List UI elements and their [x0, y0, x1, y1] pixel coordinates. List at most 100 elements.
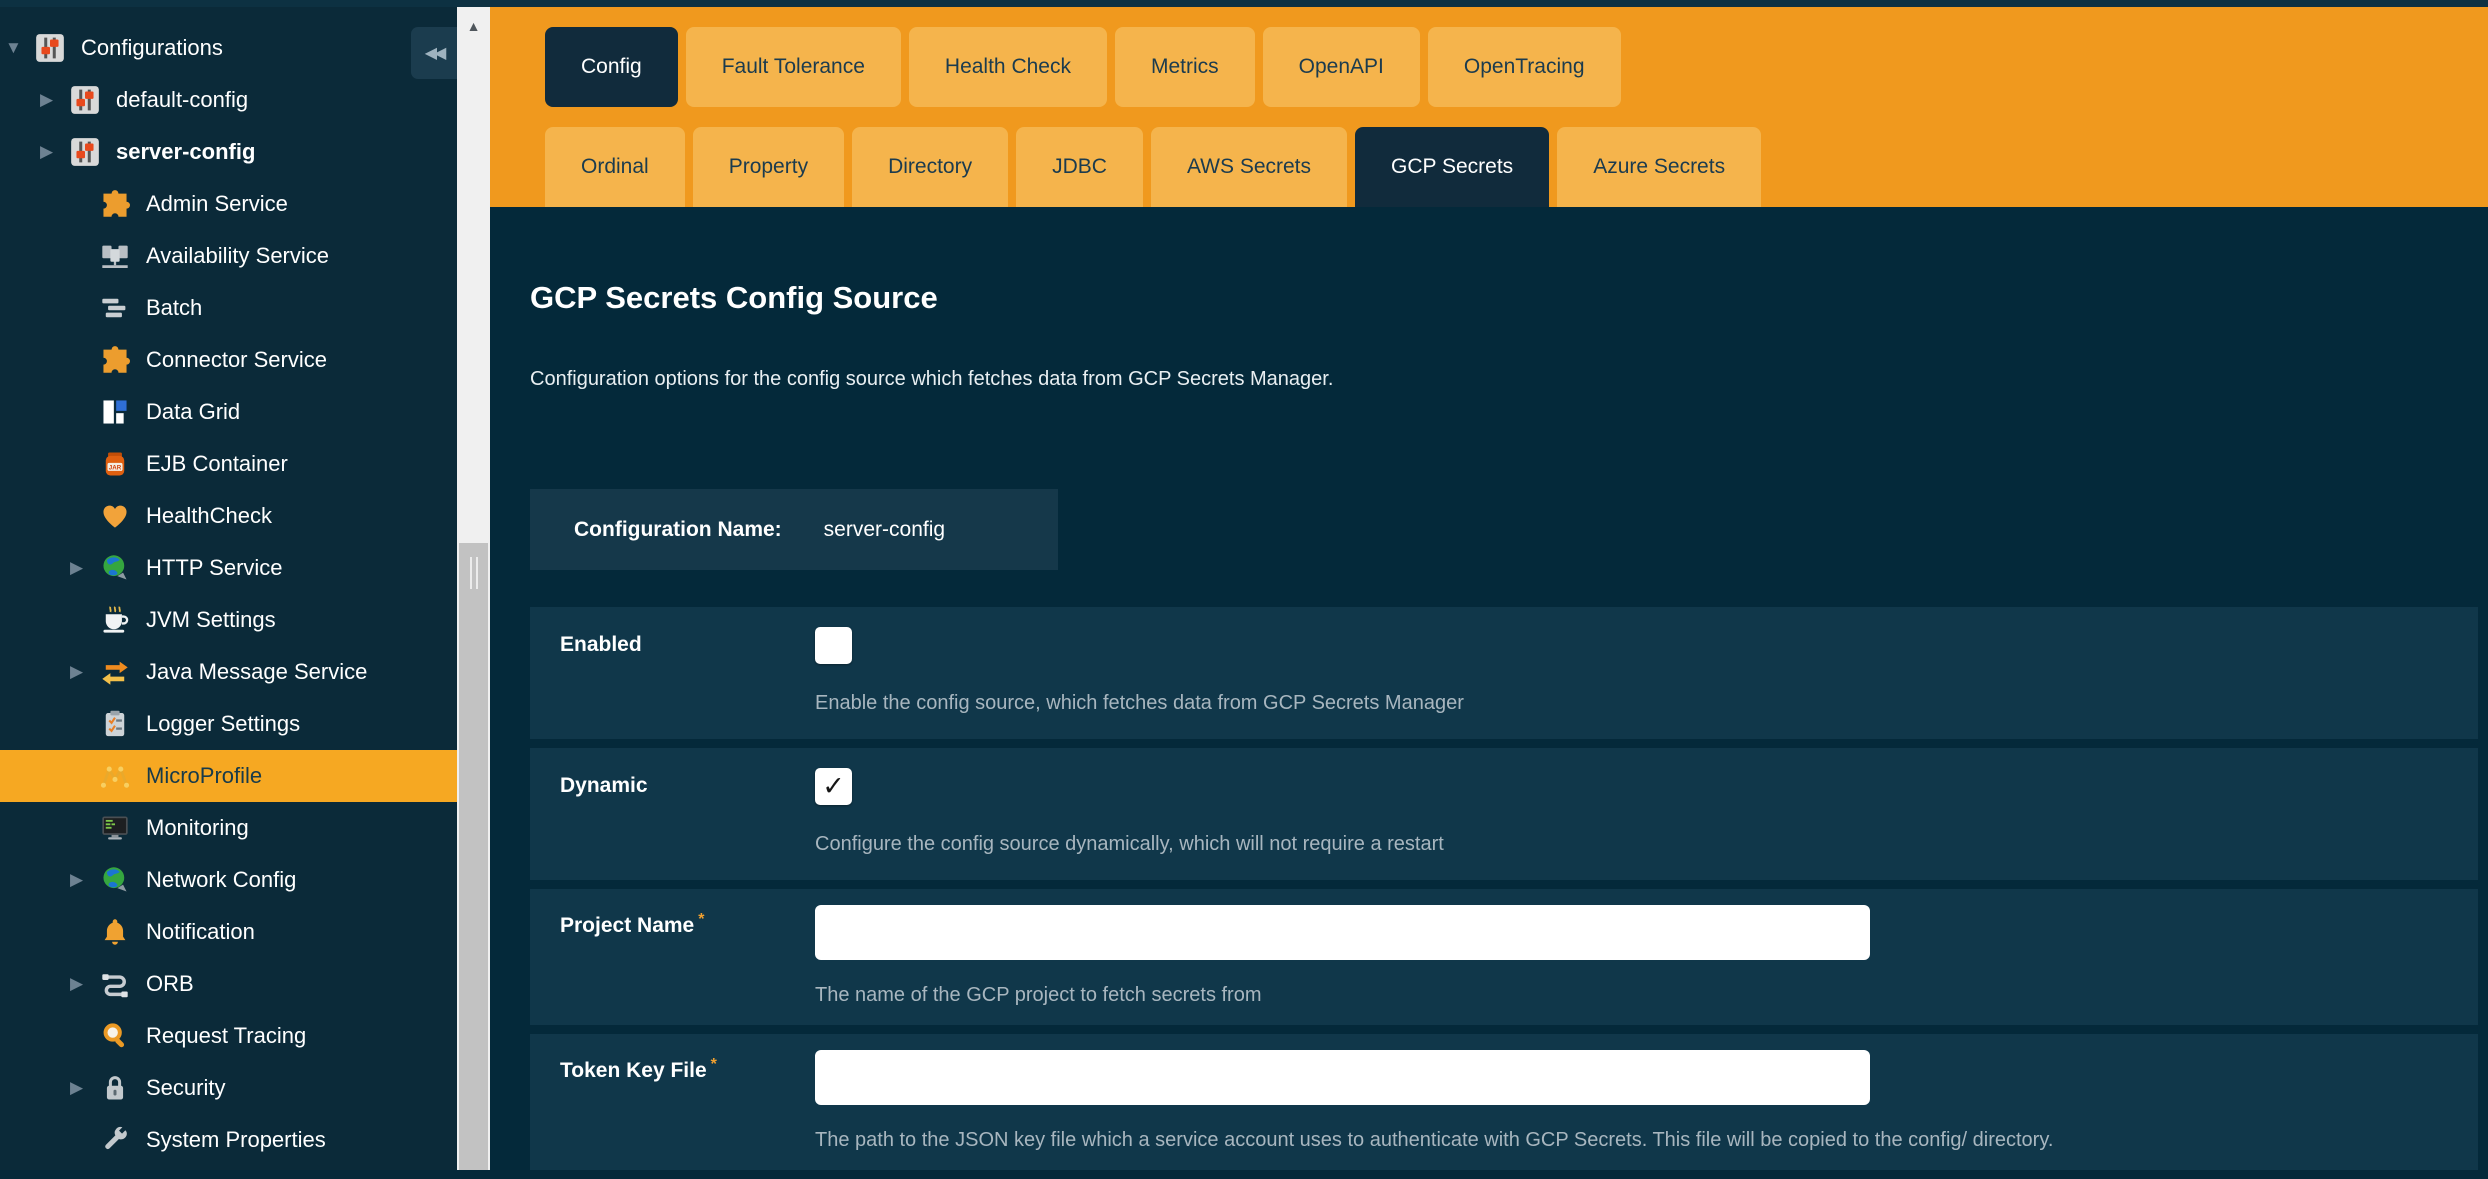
batch-bars-icon	[100, 293, 130, 323]
coffee-cup-icon	[100, 605, 130, 635]
sidebar-item-ejb-container[interactable]: JAR EJB Container	[0, 438, 457, 490]
sidebar-item-availability-service[interactable]: Availability Service	[0, 230, 457, 282]
form-row-label: Enabled	[560, 627, 815, 715]
tabs-header: ConfigFault ToleranceHealth CheckMetrics…	[490, 7, 2488, 207]
bell-icon	[100, 917, 130, 947]
token-key-file-input[interactable]	[815, 1050, 1870, 1105]
dynamic-checkbox[interactable]: ✓	[815, 768, 852, 805]
sidebar-item-microprofile[interactable]: MicroProfile	[0, 750, 457, 802]
form-row-label: Dynamic	[560, 768, 815, 856]
primary-tab-bar: ConfigFault ToleranceHealth CheckMetrics…	[545, 7, 2488, 107]
tab-azure-secrets[interactable]: Azure Secrets	[1557, 127, 1761, 207]
sidebar-item-connector-service[interactable]: Connector Service	[0, 334, 457, 386]
form-row-help-text: The path to the JSON key file which a se…	[815, 1129, 2478, 1152]
form-row-dynamic: Dynamic ✓ Configure the config source dy…	[530, 748, 2478, 880]
tab-aws-secrets[interactable]: AWS Secrets	[1151, 127, 1347, 207]
tree-item-label: default-config	[116, 87, 248, 113]
caret-down-icon[interactable]: ▼	[5, 38, 35, 58]
tab-gcp-secrets[interactable]: GCP Secrets	[1355, 127, 1549, 207]
tab-metrics[interactable]: Metrics	[1115, 27, 1255, 107]
jar-icon: JAR	[100, 449, 130, 479]
configuration-tree: ▼ Configurations ▶ default-config ▶ serv…	[0, 22, 457, 1166]
sidebar-scrollbar[interactable]: ▲	[457, 7, 490, 1170]
form-row-help-text: Configure the config source dynamically,…	[815, 833, 2478, 856]
tree-item-label: Availability Service	[146, 243, 329, 269]
tree-item-label: HealthCheck	[146, 503, 272, 529]
tab-jdbc[interactable]: JDBC	[1016, 127, 1143, 207]
sidebar-item-logger-settings[interactable]: Logger Settings	[0, 698, 457, 750]
scrollbar-thumb[interactable]	[459, 543, 488, 1170]
sidebar-item-system-properties[interactable]: System Properties	[0, 1114, 457, 1166]
app-layout: ◀◀ ▼ Configurations ▶ default-config ▶ s…	[0, 7, 2488, 1170]
form-row-help-text: The name of the GCP project to fetch sec…	[815, 984, 2478, 1007]
tab-config[interactable]: Config	[545, 27, 678, 107]
sidebar-item-security[interactable]: ▶ Security	[0, 1062, 457, 1114]
sidebar-item-server-config[interactable]: ▶ server-config	[0, 126, 457, 178]
tree-item-label: Java Message Service	[146, 659, 367, 685]
caret-right-icon[interactable]: ▶	[40, 90, 70, 110]
tree-item-label: Batch	[146, 295, 202, 321]
form-row-enabled: Enabled ✓ Enable the config source, whic…	[530, 607, 2478, 739]
page-title: GCP Secrets Config Source	[530, 280, 2488, 316]
sidebar-collapse-button[interactable]: ◀◀	[411, 27, 457, 79]
sidebar-item-batch[interactable]: Batch	[0, 282, 457, 334]
page-description: Configuration options for the config sou…	[530, 368, 2488, 391]
caret-right-icon[interactable]: ▶	[40, 142, 70, 162]
tree-item-label: Connector Service	[146, 347, 327, 373]
sidebar-item-healthcheck[interactable]: HealthCheck	[0, 490, 457, 542]
caret-right-icon[interactable]: ▶	[70, 1078, 100, 1098]
tab-opentracing[interactable]: OpenTracing	[1428, 27, 1621, 107]
tab-fault-tolerance[interactable]: Fault Tolerance	[686, 27, 901, 107]
main-area: ConfigFault ToleranceHealth CheckMetrics…	[490, 7, 2488, 1170]
tree-item-label: Data Grid	[146, 399, 240, 425]
monitor-icon	[100, 813, 130, 843]
sidebar-item-http-service[interactable]: ▶ HTTP Service	[0, 542, 457, 594]
sidebar-item-data-grid[interactable]: Data Grid	[0, 386, 457, 438]
page-content: GCP Secrets Config Source Configuration …	[490, 207, 2488, 1179]
sidebar-item-default-config[interactable]: ▶ default-config	[0, 74, 457, 126]
cable-plug-icon	[100, 969, 130, 999]
enabled-checkbox[interactable]: ✓	[815, 627, 852, 664]
sidebar-item-jvm-settings[interactable]: JVM Settings	[0, 594, 457, 646]
scroll-up-arrow-icon[interactable]: ▲	[457, 7, 490, 45]
sidebar-item-java-message-service[interactable]: ▶ Java Message Service	[0, 646, 457, 698]
puzzle-icon	[100, 345, 130, 375]
sidebar-item-orb[interactable]: ▶ ORB	[0, 958, 457, 1010]
project-name-input[interactable]	[815, 905, 1870, 960]
wrench-icon	[100, 1125, 130, 1155]
config-sliders-icon	[70, 137, 100, 167]
configuration-name-value: server-config	[824, 518, 945, 542]
tab-openapi[interactable]: OpenAPI	[1263, 27, 1420, 107]
tree-item-label: Admin Service	[146, 191, 288, 217]
caret-right-icon[interactable]: ▶	[70, 662, 100, 682]
caret-right-icon[interactable]: ▶	[70, 870, 100, 890]
form-row-help-text: Enable the config source, which fetches …	[815, 692, 2478, 715]
sidebar-item-notification[interactable]: Notification	[0, 906, 457, 958]
globe-icon	[100, 553, 130, 583]
sidebar-item-configurations[interactable]: ▼ Configurations	[0, 22, 457, 74]
sidebar-item-network-config[interactable]: ▶ Network Config	[0, 854, 457, 906]
tab-directory[interactable]: Directory	[852, 127, 1008, 207]
sidebar-item-monitoring[interactable]: Monitoring	[0, 802, 457, 854]
tree-item-label: Network Config	[146, 867, 296, 893]
tab-ordinal[interactable]: Ordinal	[545, 127, 685, 207]
message-arrows-icon	[100, 657, 130, 687]
tab-health-check[interactable]: Health Check	[909, 27, 1107, 107]
form-row-project-name: Project Name* The name of the GCP projec…	[530, 889, 2478, 1025]
tree-item-label: Security	[146, 1075, 225, 1101]
puzzle-icon	[100, 189, 130, 219]
tree-item-label: server-config	[116, 139, 255, 165]
caret-right-icon[interactable]: ▶	[70, 974, 100, 994]
sidebar-item-request-tracing[interactable]: Request Tracing	[0, 1010, 457, 1062]
padlock-icon	[100, 1073, 130, 1103]
required-asterisk-icon: *	[711, 1056, 717, 1073]
tab-property[interactable]: Property	[693, 127, 844, 207]
tree-item-label: MicroProfile	[146, 763, 262, 789]
config-source-form: Enabled ✓ Enable the config source, whic…	[530, 607, 2478, 1170]
microprofile-m-icon	[100, 761, 130, 791]
tree-item-label: Configurations	[81, 35, 223, 61]
sidebar-item-admin-service[interactable]: Admin Service	[0, 178, 457, 230]
configuration-name-label: Configuration Name:	[574, 518, 782, 542]
required-asterisk-icon: *	[698, 911, 704, 928]
caret-right-icon[interactable]: ▶	[70, 558, 100, 578]
